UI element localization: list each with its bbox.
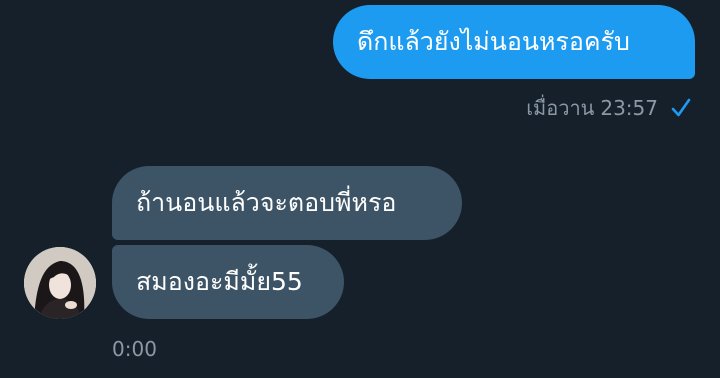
outgoing-message-bubble[interactable]: ดึกแล้วยังไม่นอนหรอครับ [333, 5, 695, 79]
message-timestamp: 23:57 [600, 96, 658, 120]
message-timestamp: 0:00 [112, 337, 157, 361]
outgoing-message-meta: เมื่อวาน 23:57 [526, 93, 692, 123]
incoming-message-text: สมองอะมีมั้ย55 [136, 267, 303, 296]
outgoing-message-text: ดึกแล้วยังไม่นอนหรอครับ [357, 27, 630, 56]
incoming-message-bubble[interactable]: สมองอะมีมั้ย55 [112, 245, 344, 319]
check-icon [670, 97, 692, 119]
avatar[interactable] [24, 247, 96, 319]
incoming-message-text: ถ้านอนแล้วจะตอบพี่หรอ [136, 188, 397, 217]
incoming-message-bubble[interactable]: ถ้านอนแล้วจะตอบพี่หรอ [112, 166, 462, 240]
message-date-label: เมื่อวาน [526, 96, 595, 120]
